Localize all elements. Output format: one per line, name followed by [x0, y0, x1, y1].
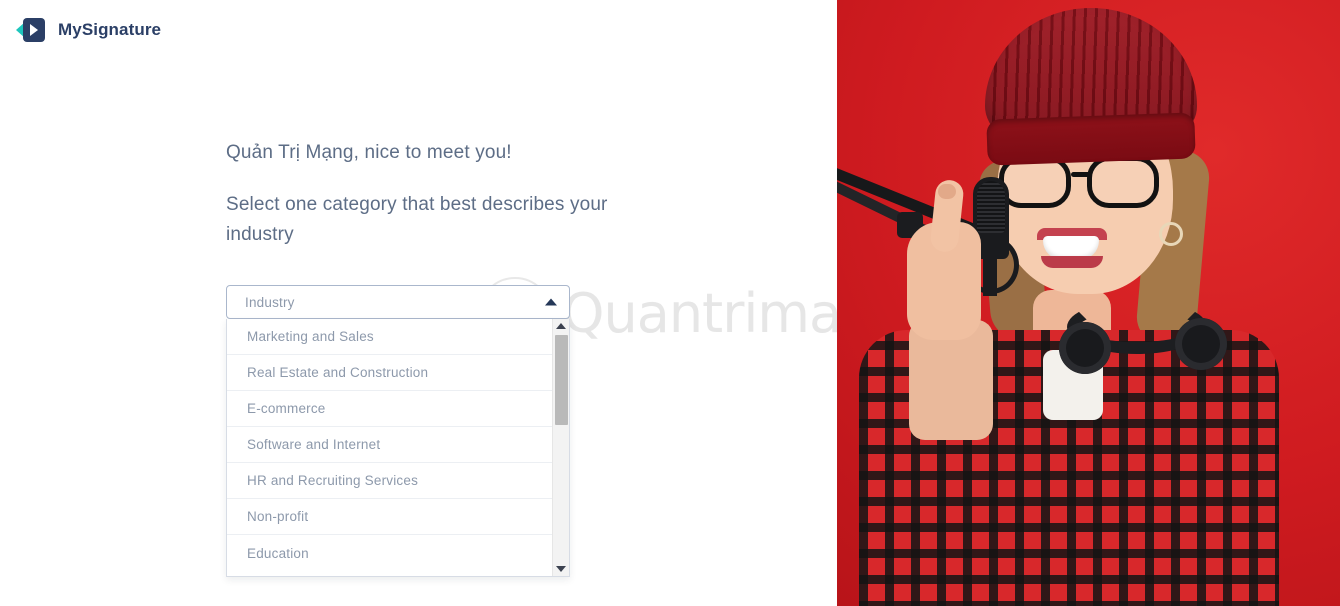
greeting-text: Quản Trị Mạng, nice to meet you!: [226, 142, 512, 163]
lower-lip: [1041, 256, 1103, 268]
prompt-text: Select one category that best describes …: [226, 193, 608, 245]
headphone-cup-right: [1175, 318, 1227, 370]
hero-photo-illustration: [837, 0, 1340, 606]
headline-block: Quản Trị Mạng, nice to meet you! Select …: [226, 139, 646, 250]
caret-down-icon[interactable]: [556, 566, 566, 572]
watermark-text: Quantrimang: [562, 282, 837, 345]
dropdown-options: Marketing and Sales Real Estate and Cons…: [227, 319, 552, 571]
dropdown-option[interactable]: Non-profit: [227, 499, 552, 535]
dropdown-scrollbar[interactable]: [552, 319, 569, 576]
thumbnail: [938, 184, 956, 199]
industry-dropdown-list[interactable]: Marketing and Sales Real Estate and Cons…: [226, 319, 570, 577]
signup-industry-page: MySignature Quản Trị Mạng, nice to meet …: [0, 0, 1340, 606]
industry-select-field[interactable]: Industry: [226, 285, 570, 319]
dropdown-option[interactable]: Marketing and Sales: [227, 319, 552, 355]
brand-name: MySignature: [58, 20, 162, 39]
brand-logo-area[interactable]: MySignature: [16, 16, 161, 44]
mysignature-play-logo-icon: [16, 16, 46, 44]
glasses-bridge: [1071, 172, 1091, 177]
beanie-brim: [986, 112, 1196, 166]
earring: [1159, 222, 1183, 246]
headphone-cup-left: [1059, 322, 1111, 374]
industry-select-placeholder: Industry: [245, 294, 295, 310]
dropdown-option[interactable]: E-commerce: [227, 391, 552, 427]
dropdown-option[interactable]: Education: [227, 535, 552, 571]
caret-up-icon[interactable]: [545, 298, 557, 306]
dropdown-option[interactable]: HR and Recruiting Services: [227, 463, 552, 499]
hero-panel: Daphny Amin to lia@mysignature.io: [837, 0, 1340, 606]
lens-right: [1087, 156, 1159, 208]
dropdown-option[interactable]: Software and Internet: [227, 427, 552, 463]
scrollbar-thumb[interactable]: [555, 335, 568, 425]
dropdown-option[interactable]: Real Estate and Construction: [227, 355, 552, 391]
microphone-grille: [977, 181, 1005, 233]
industry-select[interactable]: Industry Marketing and Sales Real Estate…: [226, 285, 570, 577]
caret-up-icon[interactable]: [556, 323, 566, 329]
left-panel: MySignature Quản Trị Mạng, nice to meet …: [0, 0, 837, 606]
